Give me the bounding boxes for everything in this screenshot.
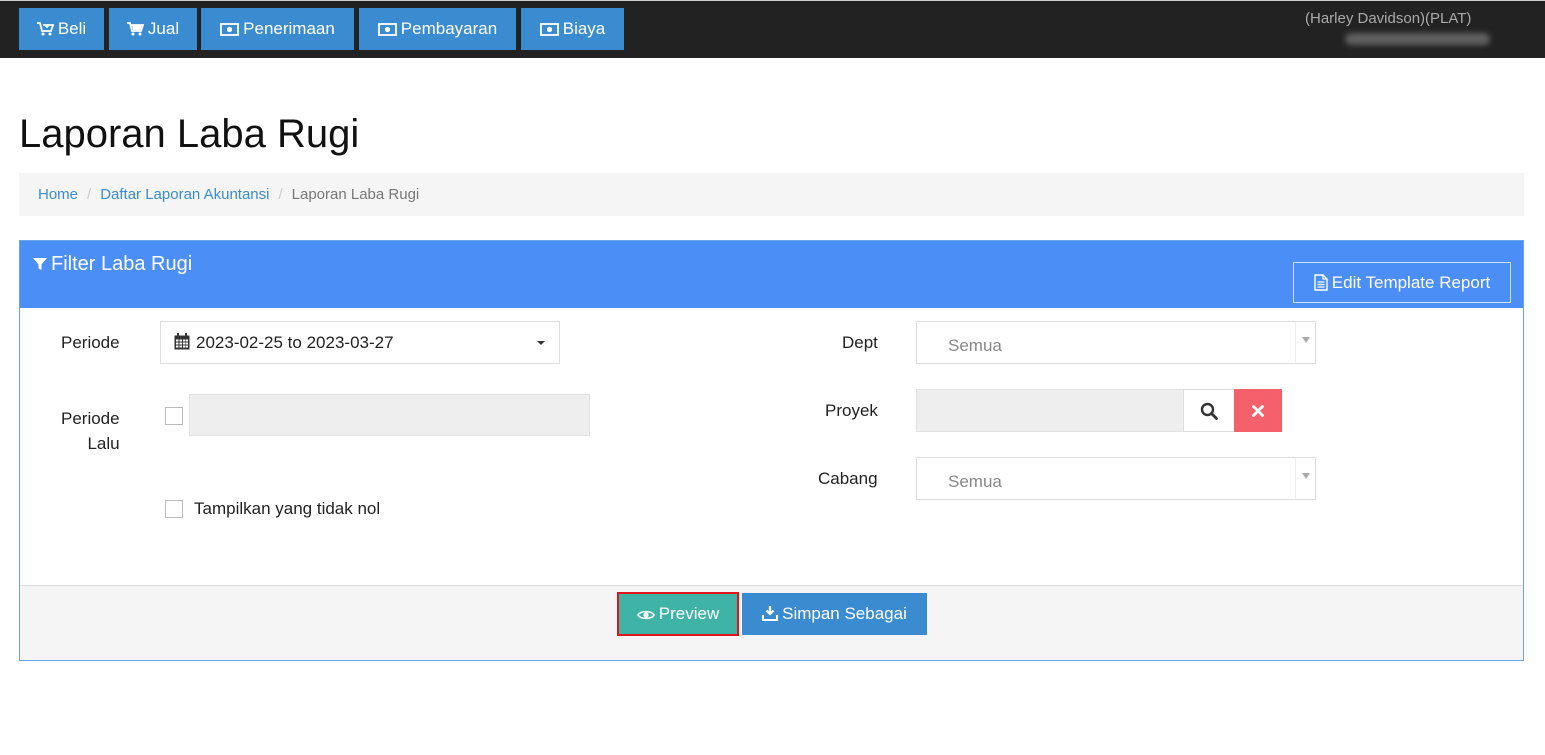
periode-lalu-input [189, 394, 590, 436]
show-nonzero-label[interactable]: Tampilkan yang tidak nol [194, 499, 380, 519]
filter-title-text: Filter Laba Rugi [51, 253, 193, 275]
download-icon [762, 606, 779, 621]
nav-penerimaan-label: Penerimaan [243, 19, 335, 38]
proyek-search-button[interactable] [1183, 389, 1235, 432]
user-company-label[interactable]: (Harley Davidson)(PLAT) [1305, 10, 1471, 27]
dept-select[interactable]: Semua [916, 321, 1316, 364]
dropdown-arrow-icon [1295, 322, 1315, 363]
money-icon [539, 23, 559, 36]
save-as-button[interactable]: Simpan Sebagai [742, 593, 927, 635]
dept-value: Semua [948, 336, 1002, 355]
nav-beli-button[interactable]: Beli [19, 8, 104, 50]
cabang-value: Semua [948, 472, 1002, 491]
filter-panel-title: Filter Laba Rugi [33, 253, 192, 276]
proyek-clear-button[interactable] [1234, 389, 1282, 432]
cabang-select[interactable]: Semua [916, 457, 1316, 500]
filter-panel-footer: Preview Simpan Sebagai [20, 585, 1523, 660]
periode-lalu-checkbox[interactable] [165, 407, 183, 425]
proyek-input [916, 389, 1184, 432]
periode-value: 2023-02-25 to 2023-03-27 [196, 333, 394, 352]
user-email-redacted [1345, 33, 1490, 45]
calendar-icon [174, 333, 190, 350]
close-icon [1252, 404, 1264, 417]
filter-panel-header: Filter Laba Rugi Edit Template Report [20, 241, 1523, 308]
breadcrumb-daftar-link[interactable]: Daftar Laporan Akuntansi [100, 186, 269, 203]
preview-label: Preview [658, 604, 720, 623]
caret-down-icon [537, 341, 545, 345]
periode-label: Periode [61, 333, 120, 352]
edit-template-report-button[interactable]: Edit Template Report [1293, 262, 1511, 303]
money-icon [377, 23, 397, 36]
nav-pembayaran-label: Pembayaran [400, 19, 498, 38]
dept-label: Dept [842, 333, 878, 352]
nav-beli-label: Beli [57, 19, 87, 38]
nav-pembayaran-button[interactable]: Pembayaran [359, 8, 516, 50]
file-text-icon [1314, 274, 1328, 291]
cabang-label: Cabang [818, 469, 878, 488]
nav-biaya-label: Biaya [562, 19, 606, 38]
cart-plus-icon [36, 22, 55, 36]
nav-jual-label: Jual [147, 19, 180, 38]
search-icon [1200, 402, 1218, 420]
periode-date-range-picker[interactable]: 2023-02-25 to 2023-03-27 [160, 321, 560, 364]
preview-button[interactable]: Preview [617, 592, 739, 636]
nav-penerimaan-button[interactable]: Penerimaan [201, 8, 354, 50]
breadcrumb-home-link[interactable]: Home [38, 186, 78, 203]
page-title: Laporan Laba Rugi [19, 112, 360, 156]
show-nonzero-checkbox[interactable] [165, 500, 183, 518]
filter-icon [33, 258, 47, 270]
filter-panel: Filter Laba Rugi Edit Template Report Pe… [19, 240, 1524, 661]
breadcrumb: Home / Daftar Laporan Akuntansi / Laporan La… [19, 173, 1524, 216]
edit-template-label: Edit Template Report [1331, 273, 1491, 292]
cart-icon [126, 22, 145, 36]
nav-jual-button[interactable]: Jual [109, 8, 197, 50]
money-icon [220, 23, 240, 36]
dropdown-arrow-icon [1295, 458, 1315, 499]
eye-icon [636, 610, 655, 620]
top-navbar: Beli Jual Penerimaan Pembayaran Biaya (H… [0, 0, 1545, 58]
nav-biaya-button[interactable]: Biaya [521, 8, 624, 50]
periode-lalu-label: Periode Lalu [61, 409, 120, 453]
save-as-label: Simpan Sebagai [782, 604, 907, 623]
proyek-label: Proyek [825, 401, 878, 420]
breadcrumb-current: Laporan Laba Rugi [291, 186, 420, 203]
